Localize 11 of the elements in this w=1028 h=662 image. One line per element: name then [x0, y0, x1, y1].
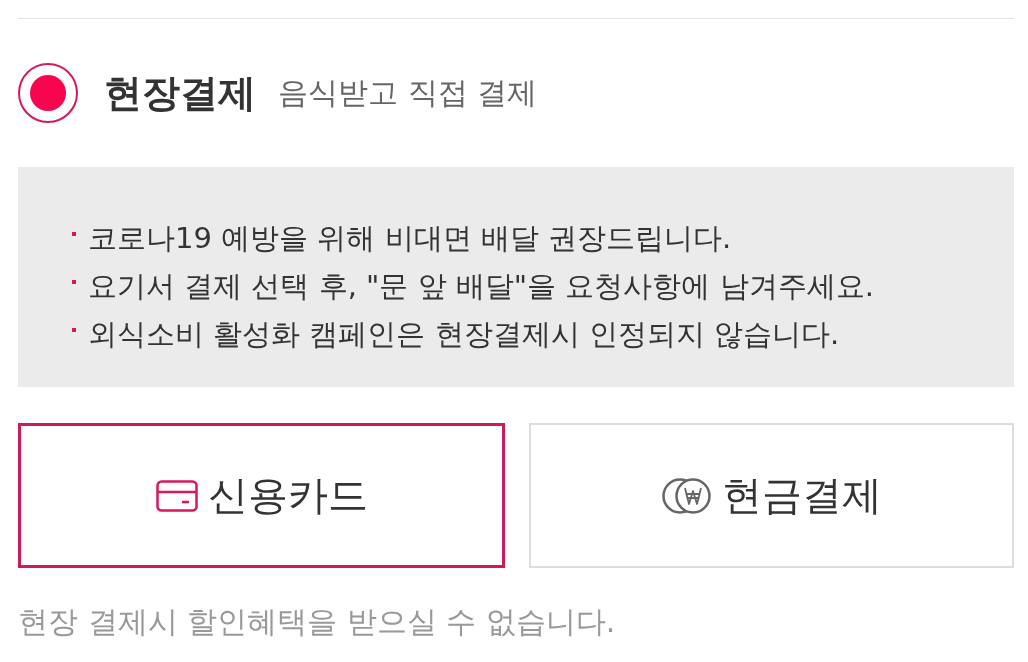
option-subtitle: 음식받고 직접 결제 — [278, 73, 538, 112]
notice-text: 외식소비 활성화 캠페인은 현장결제시 인정되지 않습니다. — [88, 316, 840, 353]
notice-text: 요기서 결제 선택 후, "문 앞 배달"을 요청사항에 남겨주세요. — [88, 268, 874, 305]
credit-card-icon — [155, 479, 198, 512]
coins-icon — [661, 476, 712, 515]
radio-button[interactable] — [18, 63, 78, 123]
payment-method-button[interactable]: 신용카드 — [18, 423, 505, 568]
option-title: 현장결제 — [104, 69, 256, 117]
payment-method-button[interactable]: 현금결제 — [529, 423, 1014, 568]
notice-text: 코로나19 예방을 위해 비대면 배달 권장드립니다. — [88, 220, 732, 257]
footnote-text: 현장 결제시 할인혜택을 받으실 수 없습니다. — [18, 603, 617, 641]
